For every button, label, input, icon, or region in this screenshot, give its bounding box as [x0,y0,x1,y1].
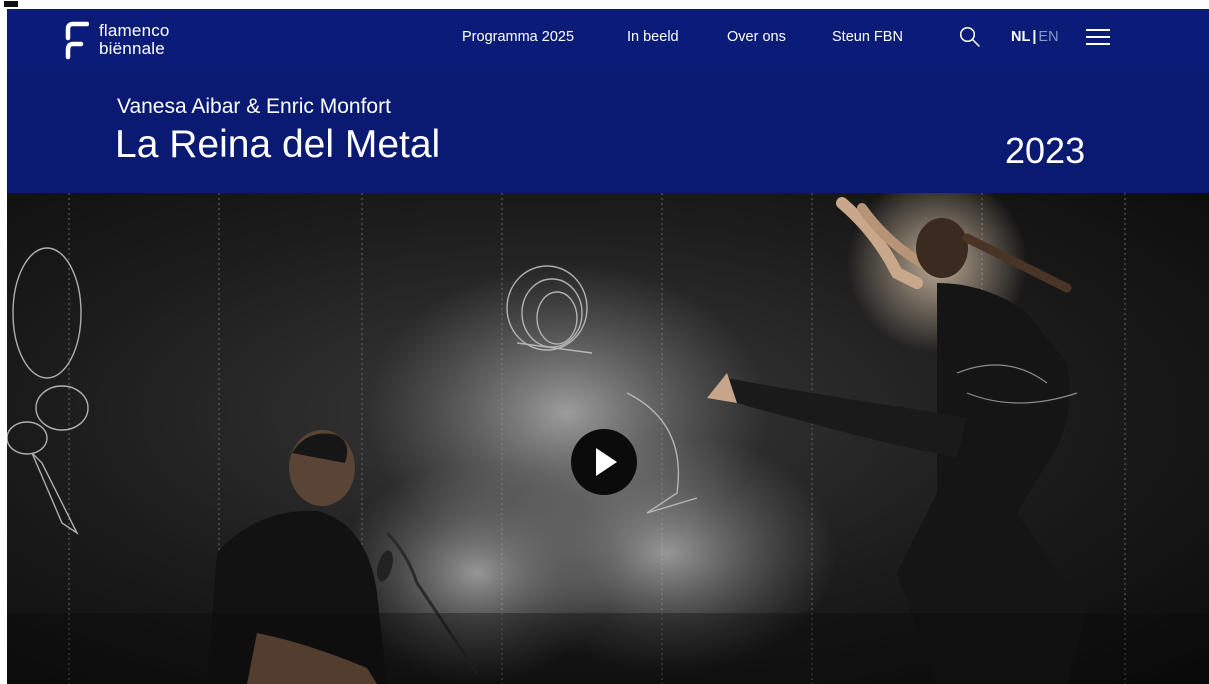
search-button[interactable] [959,26,981,48]
nav-programma-2025[interactable]: Programma 2025 [462,29,574,45]
nav-in-beeld[interactable]: In beeld [627,29,679,45]
menu-bar-middle [1086,36,1110,38]
hero-video[interactable] [7,193,1209,684]
logo-line-1: flamenco [99,21,170,40]
site-logo[interactable]: flamenco biënnale [63,18,170,62]
logo-mark-icon [65,21,89,60]
language-nl[interactable]: NL [1011,29,1030,45]
play-button[interactable] [571,429,637,495]
event-title: La Reina del Metal [115,123,441,166]
browser-top-strip [0,0,1209,9]
language-en[interactable]: EN [1038,29,1058,45]
page-viewport: flamenco biënnale Programma 2025 In beel… [7,9,1209,684]
language-separator: | [1032,29,1037,45]
event-header: flamenco biënnale Programma 2025 In beel… [7,9,1209,193]
logo-wordmark: flamenco biënnale [99,22,170,58]
event-year: 2023 [1005,130,1086,171]
event-artists: Vanesa Aibar & Enric Monfort [117,95,391,118]
main-navigation: flamenco biënnale Programma 2025 In beel… [7,9,1209,71]
nav-steun-fbn[interactable]: Steun FBN [832,29,903,45]
search-icon [959,26,980,47]
play-icon [596,448,617,476]
nav-over-ons[interactable]: Over ons [727,29,786,45]
logo-line-2: biënnale [99,39,165,58]
menu-bar-bottom [1086,43,1110,45]
language-switcher: NL | EN [1011,29,1059,45]
menu-bar-top [1086,29,1110,31]
app-indicator [4,1,18,7]
menu-button[interactable] [1086,29,1110,46]
